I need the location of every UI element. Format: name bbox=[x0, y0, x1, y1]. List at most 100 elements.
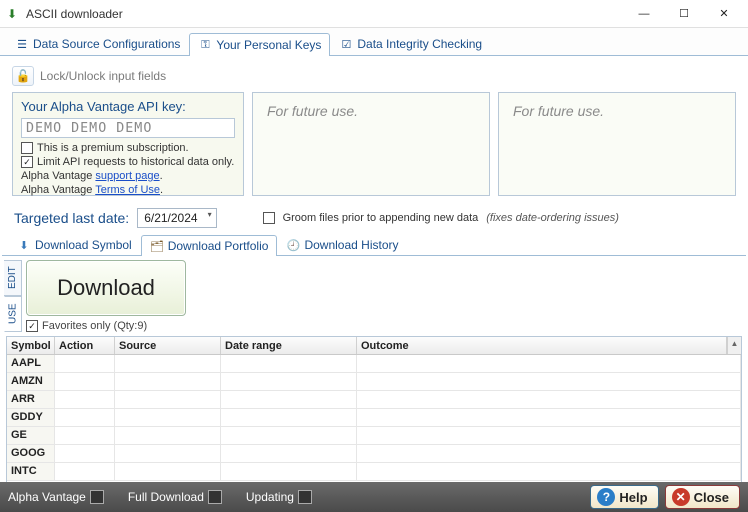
table-row[interactable]: GDDY bbox=[7, 409, 741, 427]
cell-range bbox=[221, 463, 357, 480]
lock-label: Lock/Unlock input fields bbox=[40, 69, 166, 83]
vertical-tab-use[interactable]: USE bbox=[4, 296, 22, 332]
premium-label: This is a premium subscription. bbox=[37, 142, 189, 154]
cell-symbol: GOOG bbox=[7, 445, 55, 462]
cell-action bbox=[55, 355, 115, 372]
table-row[interactable]: INTC bbox=[7, 463, 741, 481]
download-button[interactable]: Download bbox=[26, 260, 186, 316]
status-alpha-indicator bbox=[90, 490, 104, 504]
table-row[interactable]: GOOG bbox=[7, 445, 741, 463]
favorites-label: Favorites only (Qty:9) bbox=[42, 320, 147, 332]
limit-checkbox[interactable] bbox=[21, 156, 33, 168]
api-key-panel: Your Alpha Vantage API key: This is a pr… bbox=[12, 92, 244, 196]
key-icon: ⚿ bbox=[198, 38, 212, 52]
results-table: Symbol Action Source Date range Outcome … bbox=[6, 336, 742, 484]
cell-source bbox=[115, 391, 221, 408]
cell-source bbox=[115, 355, 221, 372]
cell-action bbox=[55, 463, 115, 480]
future-text: For future use. bbox=[261, 99, 364, 123]
help-icon: ? bbox=[597, 488, 615, 506]
target-date-label: Targeted last date: bbox=[14, 210, 129, 226]
api-key-input[interactable] bbox=[21, 118, 235, 138]
close-window-button[interactable]: ✕ bbox=[704, 2, 744, 26]
limit-label: Limit API requests to historical data on… bbox=[37, 156, 234, 168]
list-icon: ☰ bbox=[15, 37, 29, 51]
tab-data-integrity[interactable]: ☑ Data Integrity Checking bbox=[330, 32, 491, 55]
cell-symbol: GDDY bbox=[7, 409, 55, 426]
cell-symbol: ARR bbox=[7, 391, 55, 408]
groom-checkbox[interactable] bbox=[263, 212, 275, 224]
cell-symbol: AMZN bbox=[7, 373, 55, 390]
cell-range bbox=[221, 373, 357, 390]
future-text: For future use. bbox=[507, 99, 610, 123]
close-button[interactable]: ✕ Close bbox=[665, 485, 740, 509]
cell-outcome bbox=[357, 391, 741, 408]
check-icon: ☑ bbox=[339, 37, 353, 51]
table-row[interactable]: GE bbox=[7, 427, 741, 445]
col-symbol[interactable]: Symbol bbox=[7, 337, 55, 354]
app-icon: ⬇ bbox=[4, 6, 20, 22]
lock-row: 🔓 Lock/Unlock input fields bbox=[8, 60, 740, 92]
cell-source bbox=[115, 445, 221, 462]
favorites-checkbox[interactable] bbox=[26, 320, 38, 332]
tab-download-portfolio[interactable]: 🗂 Download Portfolio bbox=[141, 235, 278, 256]
groom-hint: (fixes date-ordering issues) bbox=[486, 212, 619, 224]
cell-range bbox=[221, 409, 357, 426]
cell-outcome bbox=[357, 427, 741, 444]
portfolio-icon: 🗂 bbox=[150, 239, 164, 253]
download-sub-tabs: ⬇ Download Symbol 🗂 Download Portfolio 🕘… bbox=[2, 234, 746, 256]
scroll-up-icon[interactable]: ▲ bbox=[727, 337, 741, 354]
col-action[interactable]: Action bbox=[55, 337, 115, 354]
sub-tab-label: Download History bbox=[304, 238, 398, 252]
cell-action bbox=[55, 409, 115, 426]
cell-source bbox=[115, 427, 221, 444]
future-panel-2: For future use. bbox=[498, 92, 736, 196]
terms-link[interactable]: Terms of Use bbox=[95, 184, 160, 196]
groom-label: Groom files prior to appending new data bbox=[283, 212, 479, 224]
table-row[interactable]: ARR bbox=[7, 391, 741, 409]
cell-symbol: AAPL bbox=[7, 355, 55, 372]
cell-range bbox=[221, 445, 357, 462]
tab-download-history[interactable]: 🕘 Download History bbox=[277, 234, 407, 255]
vertical-tab-edit[interactable]: EDIT bbox=[4, 260, 22, 296]
window-title: ASCII downloader bbox=[26, 7, 123, 21]
maximize-button[interactable]: ☐ bbox=[664, 2, 704, 26]
status-updating-indicator bbox=[298, 490, 312, 504]
status-bar: Alpha Vantage Full Download Updating ? H… bbox=[0, 482, 748, 512]
tab-label: Your Personal Keys bbox=[216, 38, 321, 52]
date-dropdown-icon: ▾ bbox=[208, 212, 212, 218]
table-header: Symbol Action Source Date range Outcome … bbox=[7, 337, 741, 355]
lock-toggle-button[interactable]: 🔓 bbox=[12, 66, 34, 86]
tab-personal-keys[interactable]: ⚿ Your Personal Keys bbox=[189, 33, 330, 56]
tab-label: Data Source Configurations bbox=[33, 37, 180, 51]
cell-source bbox=[115, 373, 221, 390]
minimize-button[interactable]: — bbox=[624, 2, 664, 26]
premium-checkbox[interactable] bbox=[21, 142, 33, 154]
tab-label: Data Integrity Checking bbox=[357, 37, 482, 51]
cell-outcome bbox=[357, 355, 741, 372]
table-row[interactable]: AMZN bbox=[7, 373, 741, 391]
main-tab-strip: ☰ Data Source Configurations ⚿ Your Pers… bbox=[0, 28, 748, 56]
tab-data-source-config[interactable]: ☰ Data Source Configurations bbox=[6, 32, 189, 55]
status-updating-label: Updating bbox=[246, 490, 294, 504]
col-range[interactable]: Date range bbox=[221, 337, 357, 354]
cell-outcome bbox=[357, 409, 741, 426]
help-button[interactable]: ? Help bbox=[590, 485, 658, 509]
col-outcome[interactable]: Outcome bbox=[357, 337, 727, 354]
status-full-label: Full Download bbox=[128, 490, 204, 504]
target-date-input[interactable]: 6/21/2024 ▾ bbox=[137, 208, 216, 228]
cell-outcome bbox=[357, 373, 741, 390]
cell-symbol: GE bbox=[7, 427, 55, 444]
col-source[interactable]: Source bbox=[115, 337, 221, 354]
cell-action bbox=[55, 445, 115, 462]
unlock-icon: 🔓 bbox=[16, 69, 31, 83]
cell-action bbox=[55, 391, 115, 408]
table-row[interactable]: AAPL bbox=[7, 355, 741, 373]
cell-symbol: INTC bbox=[7, 463, 55, 480]
cell-range bbox=[221, 355, 357, 372]
cell-action bbox=[55, 373, 115, 390]
cell-range bbox=[221, 391, 357, 408]
sub-tab-label: Download Portfolio bbox=[168, 239, 269, 253]
support-link[interactable]: support page bbox=[95, 170, 159, 182]
tab-download-symbol[interactable]: ⬇ Download Symbol bbox=[8, 234, 141, 255]
